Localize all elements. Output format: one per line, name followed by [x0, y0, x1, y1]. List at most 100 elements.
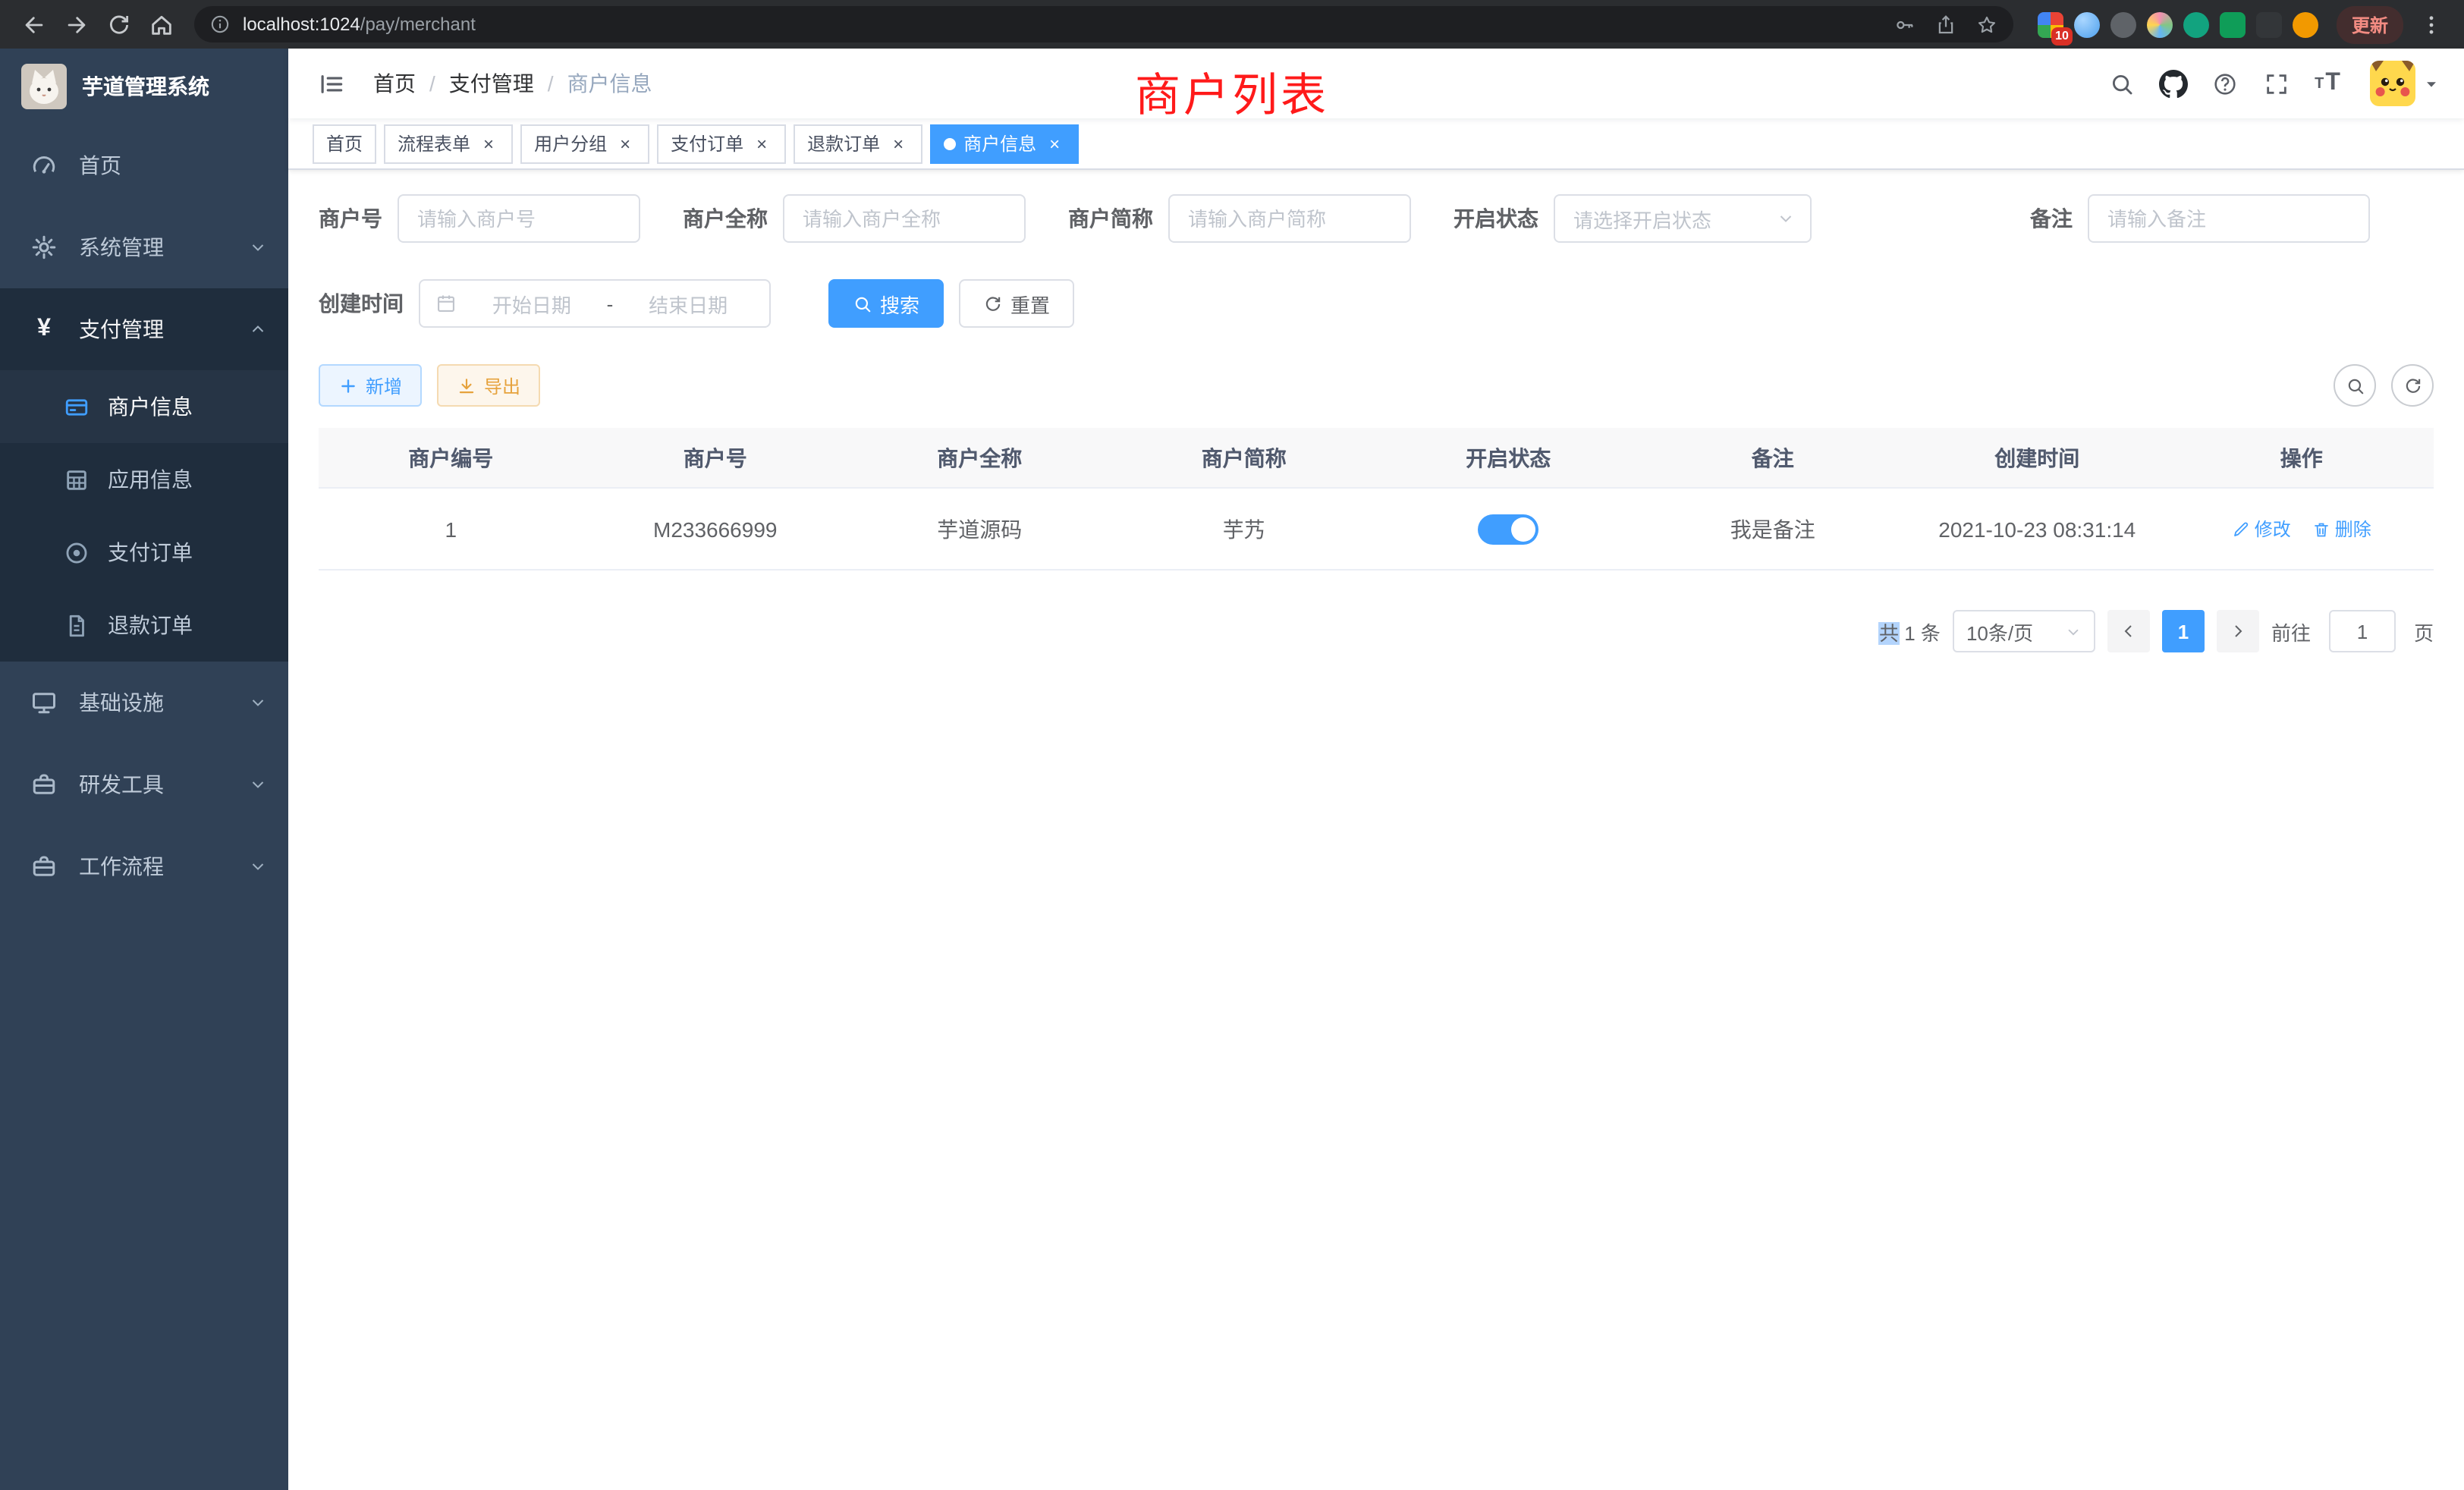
briefcase-icon — [30, 853, 58, 880]
grid-icon — [64, 467, 90, 492]
form-item-short-name: 商户简称 — [1068, 194, 1411, 243]
forward-button[interactable] — [55, 3, 97, 46]
browser-menu-button[interactable] — [2409, 3, 2452, 46]
pagination: 共 1 条 10条/页 1 前往 页 — [319, 610, 2434, 652]
close-icon[interactable] — [478, 133, 499, 154]
tag-label: 支付订单 — [671, 130, 743, 156]
sidebar-item-payment[interactable]: ¥ 支付管理 — [0, 288, 288, 370]
form-item-status: 开启状态 请选择开启状态 — [1454, 194, 1812, 243]
sidebar-subitem-refund-orders[interactable]: 退款订单 — [0, 589, 288, 662]
close-icon[interactable] — [888, 133, 909, 154]
table-header-row: 商户编号 商户号 商户全称 商户简称 开启状态 备注 创建时间 操作 — [319, 428, 2434, 489]
url-host: localhost:1024 — [243, 14, 360, 35]
close-icon[interactable] — [751, 133, 772, 154]
share-icon[interactable] — [1934, 13, 1957, 36]
sidebar: 芋道管理系统 首页 系统管理 ¥ 支付管理 — [0, 49, 288, 1490]
breadcrumb-payment[interactable]: 支付管理 — [449, 68, 534, 99]
forward-arrow-icon — [63, 11, 89, 37]
page-size-select[interactable]: 10条/页 — [1953, 610, 2095, 652]
toggle-search-button[interactable] — [2334, 364, 2376, 407]
sidebar-subitem-merchant-info[interactable]: 商户信息 — [0, 370, 288, 443]
download-icon — [457, 376, 476, 395]
password-key-icon[interactable] — [1894, 13, 1916, 36]
browser-chrome: localhost:1024/pay/merchant 10 更新 — [0, 0, 2464, 49]
home-button[interactable] — [140, 3, 182, 46]
header-search-button[interactable] — [2097, 59, 2145, 108]
search-icon — [2345, 376, 2365, 395]
search-form-row-1: 商户号 商户全称 商户简称 开启状态 — [319, 194, 2434, 243]
edit-pen-icon — [2232, 520, 2250, 538]
merchant-no-input[interactable] — [398, 194, 640, 243]
tag-user-group[interactable]: 用户分组 — [520, 124, 649, 163]
status-select[interactable]: 请选择开启状态 — [1554, 194, 1812, 243]
chevron-down-icon — [249, 857, 267, 875]
export-button-label: 导出 — [484, 372, 520, 398]
add-button[interactable]: 新增 — [319, 364, 422, 407]
extension-icon-grid[interactable]: 10 — [2038, 11, 2063, 37]
chevron-up-icon — [249, 320, 267, 338]
breadcrumb-home[interactable]: 首页 — [373, 68, 416, 99]
extension-icon-green-circle[interactable] — [2183, 11, 2209, 37]
document-icon — [64, 612, 90, 638]
delete-link[interactable]: 删除 — [2312, 516, 2371, 542]
address-bar[interactable]: localhost:1024/pay/merchant — [194, 6, 2013, 42]
tag-label: 首页 — [326, 130, 363, 156]
extension-icon-gray-globe[interactable] — [2110, 11, 2136, 37]
full-name-input[interactable] — [783, 194, 1026, 243]
breadcrumb-current: 商户信息 — [567, 68, 652, 99]
fullscreen-button[interactable] — [2252, 59, 2300, 108]
github-button[interactable] — [2148, 59, 2197, 108]
sidebar-subitem-app-info[interactable]: 应用信息 — [0, 443, 288, 516]
top-navbar: 首页 / 支付管理 / 商户信息 — [288, 49, 2464, 118]
short-name-input[interactable] — [1168, 194, 1411, 243]
edit-link[interactable]: 修改 — [2232, 516, 2291, 542]
extension-icon-colorwheel[interactable] — [2147, 11, 2173, 37]
reset-button[interactable]: 重置 — [959, 279, 1074, 328]
font-size-button[interactable] — [2303, 59, 2352, 108]
sidebar-item-system[interactable]: 系统管理 — [0, 206, 288, 288]
close-icon[interactable] — [614, 133, 636, 154]
close-icon[interactable] — [1044, 133, 1065, 154]
page-number-button[interactable]: 1 — [2162, 610, 2205, 652]
tag-pay-orders[interactable]: 支付订单 — [657, 124, 786, 163]
chevron-down-icon — [249, 238, 267, 256]
credit-card-icon — [64, 394, 90, 420]
extension-icon-green-square[interactable] — [2220, 11, 2246, 37]
tag-home[interactable]: 首页 — [313, 124, 376, 163]
status-toggle[interactable] — [1478, 514, 1538, 544]
short-name-label: 商户简称 — [1068, 203, 1153, 234]
sidebar-item-infrastructure[interactable]: 基础设施 — [0, 662, 288, 743]
sidebar-subitem-pay-orders[interactable]: 支付订单 — [0, 516, 288, 589]
sidebar-item-home[interactable]: 首页 — [0, 124, 288, 206]
extension-icon-drop[interactable] — [2074, 11, 2100, 37]
total-rest: 1 条 — [1899, 621, 1941, 644]
app-logo[interactable]: 芋道管理系统 — [0, 49, 288, 124]
user-menu[interactable] — [2370, 61, 2440, 106]
tag-process-form[interactable]: 流程表单 — [384, 124, 513, 163]
sidebar-item-workflow[interactable]: 工作流程 — [0, 825, 288, 907]
docs-help-button[interactable] — [2200, 59, 2249, 108]
back-button[interactable] — [12, 3, 55, 46]
export-button[interactable]: 导出 — [437, 364, 540, 407]
goto-page-input[interactable] — [2329, 610, 2396, 652]
next-page-button[interactable] — [2217, 610, 2259, 652]
extension-icon-orange-monkey[interactable] — [2293, 11, 2318, 37]
tag-merchant-info[interactable]: 商户信息 — [930, 124, 1079, 163]
refresh-table-button[interactable] — [2391, 364, 2434, 407]
sidebar-item-label: 工作流程 — [79, 851, 164, 882]
form-item-create-time: 创建时间 开始日期 - 结束日期 — [319, 279, 771, 328]
browser-update-button[interactable]: 更新 — [2337, 5, 2403, 43]
column-header-created-at: 创建时间 — [1905, 442, 2170, 473]
site-info-icon[interactable] — [209, 14, 231, 35]
tag-refund-orders[interactable]: 退款订单 — [794, 124, 922, 163]
remark-input[interactable] — [2088, 194, 2370, 243]
cell-actions: 修改 删除 — [2170, 516, 2434, 542]
sidebar-item-devtools[interactable]: 研发工具 — [0, 743, 288, 825]
search-button[interactable]: 搜索 — [828, 279, 944, 328]
sidebar-toggle-button[interactable] — [313, 65, 349, 102]
prev-page-button[interactable] — [2107, 610, 2150, 652]
create-time-range-picker[interactable]: 开始日期 - 结束日期 — [419, 279, 771, 328]
extension-icon-dark-pin[interactable] — [2256, 11, 2282, 37]
bookmark-star-icon[interactable] — [1975, 13, 1998, 36]
reload-button[interactable] — [97, 3, 140, 46]
